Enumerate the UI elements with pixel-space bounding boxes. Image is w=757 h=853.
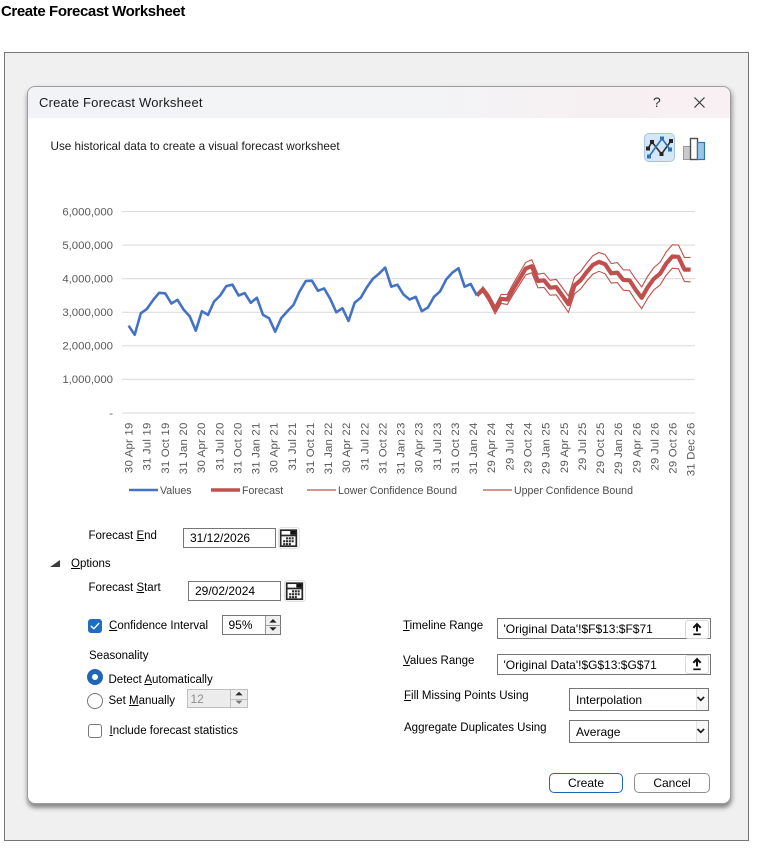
svg-text:31 Jul 23: 31 Jul 23 [432, 423, 444, 471]
svg-text:30 Apr 22: 30 Apr 22 [341, 423, 353, 474]
svg-text:31 Jul 21: 31 Jul 21 [287, 423, 299, 471]
svg-text:29 Jul 25: 29 Jul 25 [577, 423, 589, 471]
svg-text:29 Apr 24: 29 Apr 24 [486, 423, 498, 474]
svg-text:31 Oct 23: 31 Oct 23 [450, 423, 462, 474]
svg-text:31 Jan 24: 31 Jan 24 [468, 422, 480, 474]
svg-text:29 Apr 26: 29 Apr 26 [631, 423, 643, 474]
svg-text:31 Jan 21: 31 Jan 21 [251, 423, 263, 475]
svg-text:29 Oct 24: 29 Oct 24 [523, 423, 535, 474]
svg-text:31 Oct 21: 31 Oct 21 [305, 423, 317, 474]
svg-text:29 Oct 26: 29 Oct 26 [668, 423, 680, 474]
svg-text:1,000,000: 1,000,000 [62, 374, 113, 386]
svg-text:31 Oct 22: 31 Oct 22 [377, 423, 389, 474]
svg-text:5,000,000: 5,000,000 [62, 240, 113, 252]
svg-text:Values: Values [160, 485, 192, 497]
svg-text:31 Jul 19: 31 Jul 19 [142, 423, 154, 471]
svg-text:29 Jul 26: 29 Jul 26 [649, 423, 661, 471]
svg-text:2,000,000: 2,000,000 [62, 341, 113, 353]
svg-text:-: - [109, 408, 113, 420]
svg-text:29 Jul 24: 29 Jul 24 [504, 423, 516, 471]
svg-text:30 Apr 19: 30 Apr 19 [124, 423, 136, 474]
svg-text:31 Jan 22: 31 Jan 22 [323, 423, 335, 475]
svg-text:Lower Confidence Bound: Lower Confidence Bound [338, 485, 457, 497]
svg-text:29 Apr 25: 29 Apr 25 [559, 423, 571, 474]
svg-text:Upper Confidence Bound: Upper Confidence Bound [514, 485, 633, 497]
svg-text:4,000,000: 4,000,000 [62, 274, 113, 286]
svg-text:30 Apr 21: 30 Apr 21 [269, 423, 281, 474]
svg-text:Forecast: Forecast [242, 485, 283, 497]
svg-text:29 Jan 25: 29 Jan 25 [541, 423, 553, 475]
svg-text:30 Apr 23: 30 Apr 23 [414, 423, 426, 474]
svg-text:31 Jan 23: 31 Jan 23 [396, 423, 408, 475]
svg-text:30 Apr 20: 30 Apr 20 [196, 423, 208, 474]
svg-text:31 Jan 20: 31 Jan 20 [178, 423, 190, 475]
svg-text:29 Jan 26: 29 Jan 26 [613, 423, 625, 475]
svg-text:31 Jul 20: 31 Jul 20 [214, 423, 226, 471]
svg-text:31 Jul 22: 31 Jul 22 [359, 423, 371, 471]
svg-text:31 Oct 19: 31 Oct 19 [160, 423, 172, 474]
svg-text:31 Oct 20: 31 Oct 20 [232, 423, 244, 474]
svg-text:6,000,000: 6,000,000 [62, 206, 113, 218]
svg-text:3,000,000: 3,000,000 [62, 307, 113, 319]
svg-text:29 Oct 25: 29 Oct 25 [595, 423, 607, 474]
svg-text:31 Dec 26: 31 Dec 26 [686, 423, 698, 477]
